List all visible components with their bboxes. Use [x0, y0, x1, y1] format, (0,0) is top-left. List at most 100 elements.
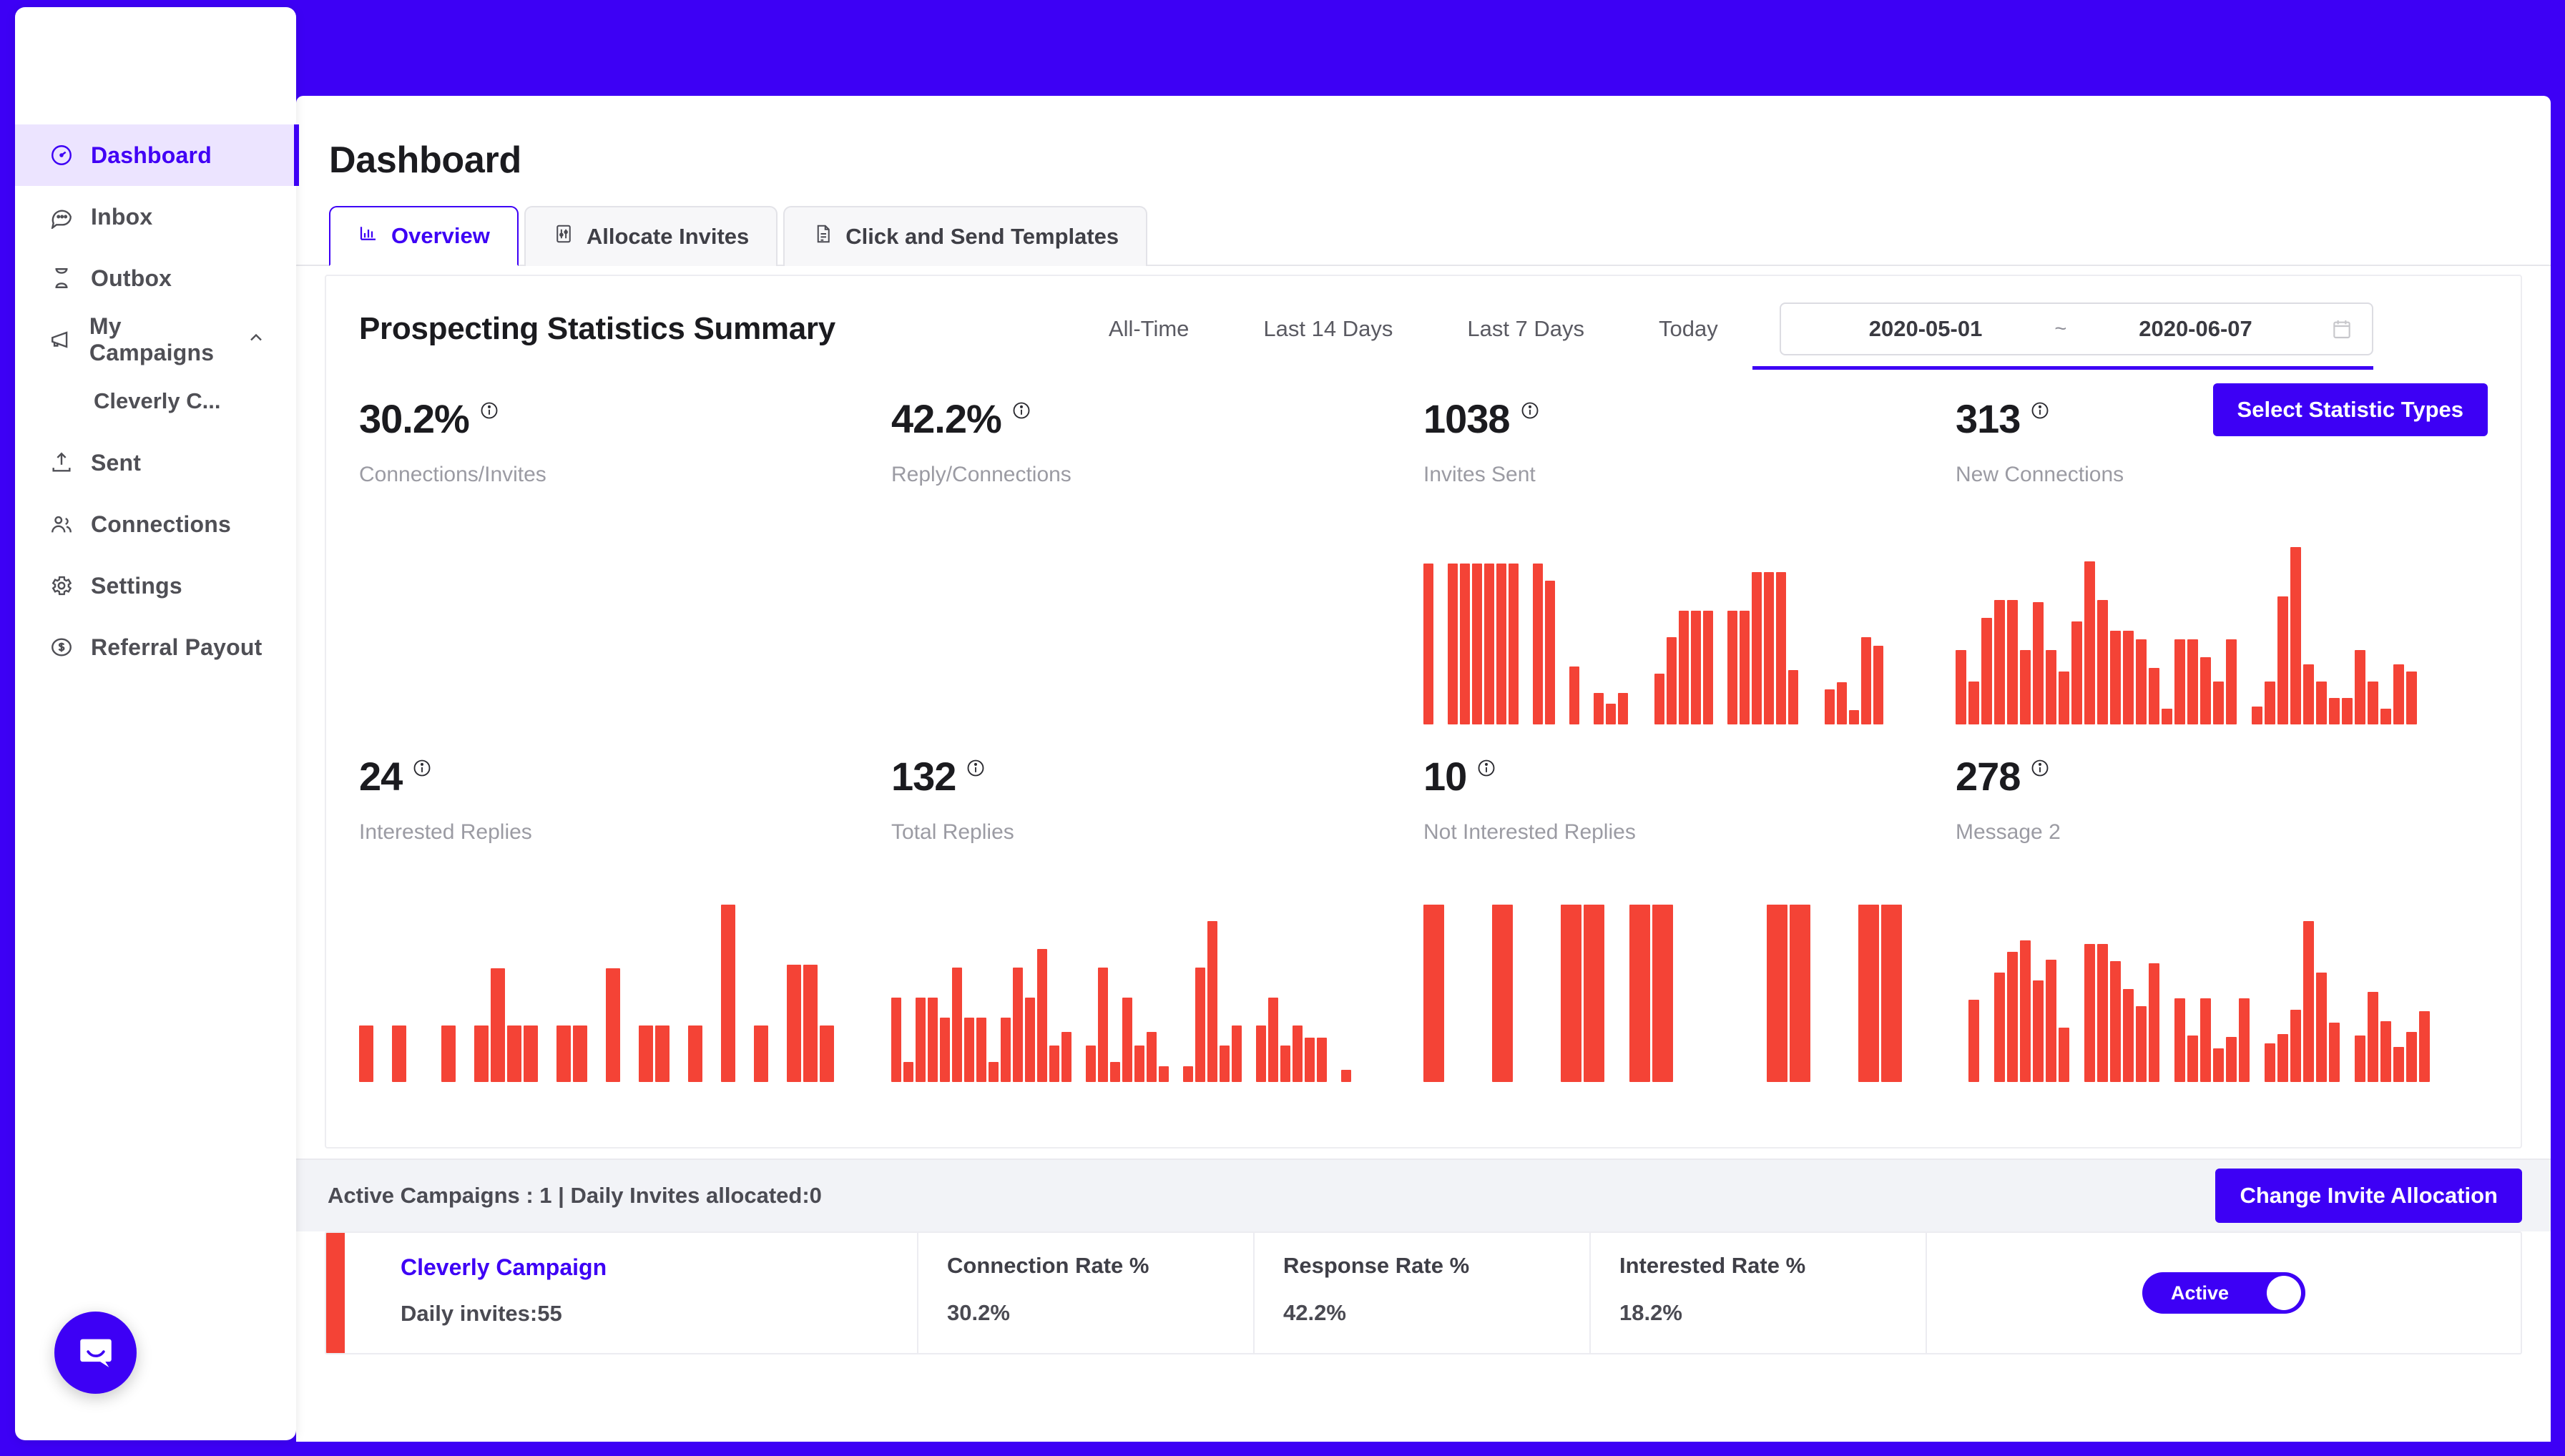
date-range-separator: ~ [2051, 318, 2069, 341]
sidebar-item-settings[interactable]: Settings [15, 555, 296, 616]
chart-bar [1849, 710, 1859, 724]
chart-bar [2136, 1006, 2147, 1082]
range-link-last-7-days[interactable]: Last 7 Days [1430, 316, 1622, 342]
stat-label: Total Replies [891, 820, 1395, 845]
sparkline-total-replies [891, 921, 1395, 1082]
sidebar-item-sent[interactable]: Sent [15, 432, 296, 493]
chart-bar [2380, 1021, 2391, 1083]
metric-value: 30.2% [947, 1300, 1253, 1326]
date-range-picker[interactable]: 2020-05-01 ~ 2020-06-07 [1780, 302, 2373, 355]
chart-bar [2123, 989, 2134, 1083]
chart-bar [1496, 564, 1506, 724]
chart-bar [1183, 1066, 1193, 1083]
chart-bar [1956, 650, 1966, 724]
chart-bar [2097, 600, 2108, 724]
sidebar-item-inbox[interactable]: Inbox [15, 186, 296, 247]
tab-allocate-invites[interactable]: Allocate Invites [524, 206, 778, 266]
tab-click-and-send-templates[interactable]: Click and Send Templates [783, 206, 1147, 266]
chart-bar [989, 1062, 999, 1082]
stat-card-not-interested-replies: 10 Not Interested Replies [1423, 757, 1956, 1114]
stat-value: 1038 [1423, 399, 1510, 439]
info-icon[interactable] [1011, 400, 1031, 424]
chart-bar [1606, 704, 1616, 724]
sidebar-item-dashboard[interactable]: Dashboard [15, 124, 296, 186]
info-icon[interactable] [966, 758, 986, 782]
chart-bar [2020, 940, 2031, 1082]
date-range-end[interactable]: 2020-06-07 [2069, 316, 2322, 342]
hourglass-icon [49, 266, 87, 290]
chart-bar [1159, 1066, 1169, 1083]
chart-bar [392, 1025, 406, 1082]
metric-header: Response Rate % [1283, 1253, 1589, 1279]
chart-bar [2290, 1010, 2301, 1082]
info-icon[interactable] [2030, 400, 2050, 424]
sliders-icon [553, 223, 574, 250]
campaign-active-toggle[interactable]: Active [2142, 1272, 2305, 1314]
toggle-knob [2267, 1276, 2301, 1310]
chart-bar [1981, 618, 1992, 724]
brand-logo[interactable] [15, 7, 296, 122]
chart-bar [2007, 600, 2018, 724]
tab-overview[interactable]: Overview [329, 206, 519, 266]
info-icon[interactable] [1476, 758, 1496, 782]
chart-bar [721, 905, 735, 1082]
stat-value: 42.2% [891, 399, 1001, 439]
upload-icon [49, 451, 87, 475]
chart-bar [2316, 973, 2327, 1082]
stat-label: Connections/Invites [359, 463, 863, 487]
sparkline-message-2 [1956, 921, 2459, 1082]
sidebar-item-referral-payout[interactable]: Referral Payout [15, 616, 296, 678]
info-icon[interactable] [2030, 758, 2050, 782]
chart-bar [1873, 646, 1883, 724]
chart-bar [2200, 998, 2211, 1082]
chart-bar [1584, 905, 1604, 1082]
users-icon [49, 512, 87, 536]
chart-bar [1013, 968, 1023, 1082]
info-icon[interactable] [412, 758, 432, 782]
sidebar-item-label: My Campaigns [89, 313, 246, 366]
app-root: Dashboard Inbox Outbox [0, 0, 2565, 1456]
chart-bar [1423, 564, 1433, 724]
chart-bar [1858, 905, 1879, 1082]
range-link-all-time[interactable]: All-Time [1071, 316, 1227, 342]
metric-header: Interested Rate % [1619, 1253, 1926, 1279]
chart-bar [2316, 682, 2327, 724]
sidebar-item-connections[interactable]: Connections [15, 493, 296, 555]
chart-bar [441, 1025, 456, 1082]
campaign-name-link[interactable]: Cleverly Campaign [401, 1254, 917, 1281]
chart-bar [2149, 963, 2159, 1083]
campaign-row[interactable]: Cleverly Campaign Daily invites:55 Conne… [325, 1231, 2522, 1354]
range-link-today[interactable]: Today [1622, 316, 1755, 342]
chart-bar [1994, 600, 2005, 724]
date-range-start[interactable]: 2020-05-01 [1800, 316, 2052, 342]
stat-label: Invites Sent [1423, 463, 1927, 487]
info-icon[interactable] [1520, 400, 1540, 424]
status-badge: Active [2171, 1282, 2229, 1304]
stats-card-title: Prospecting Statistics Summary [359, 311, 835, 347]
chart-bar [1460, 564, 1470, 724]
chart-bar [2149, 668, 2159, 724]
document-icon [812, 223, 833, 250]
campaign-summary-text: Active Campaigns : 1 | Daily Invites all… [328, 1183, 822, 1209]
sidebar-subitem-cleverly-campaign[interactable]: Cleverly C... [15, 370, 296, 432]
sidebar-item-outbox[interactable]: Outbox [15, 247, 296, 309]
chart-bar [2174, 998, 2185, 1082]
chart-bar [2174, 639, 2185, 724]
chart-bar [1061, 1032, 1071, 1082]
stat-label: Interested Replies [359, 820, 863, 845]
date-range-active-underline [1752, 366, 2373, 370]
info-icon[interactable] [479, 400, 499, 424]
chart-bar [1122, 998, 1132, 1082]
change-invite-allocation-button[interactable]: Change Invite Allocation [2215, 1169, 2522, 1223]
sidebar-item-my-campaigns[interactable]: My Campaigns [15, 309, 296, 370]
chevron-up-icon[interactable] [246, 327, 266, 353]
prospecting-statistics-card: Prospecting Statistics Summary All-Time … [325, 275, 2522, 1148]
range-link-last-14-days[interactable]: Last 14 Days [1226, 316, 1430, 342]
chart-bar [2303, 664, 2314, 724]
chart-bar [2200, 657, 2211, 724]
intercom-launcher-button[interactable] [54, 1312, 137, 1394]
metric-value: 42.2% [1283, 1300, 1589, 1326]
chart-bar [976, 1018, 986, 1082]
stat-value: 132 [891, 757, 956, 797]
calendar-icon[interactable] [2322, 318, 2353, 340]
